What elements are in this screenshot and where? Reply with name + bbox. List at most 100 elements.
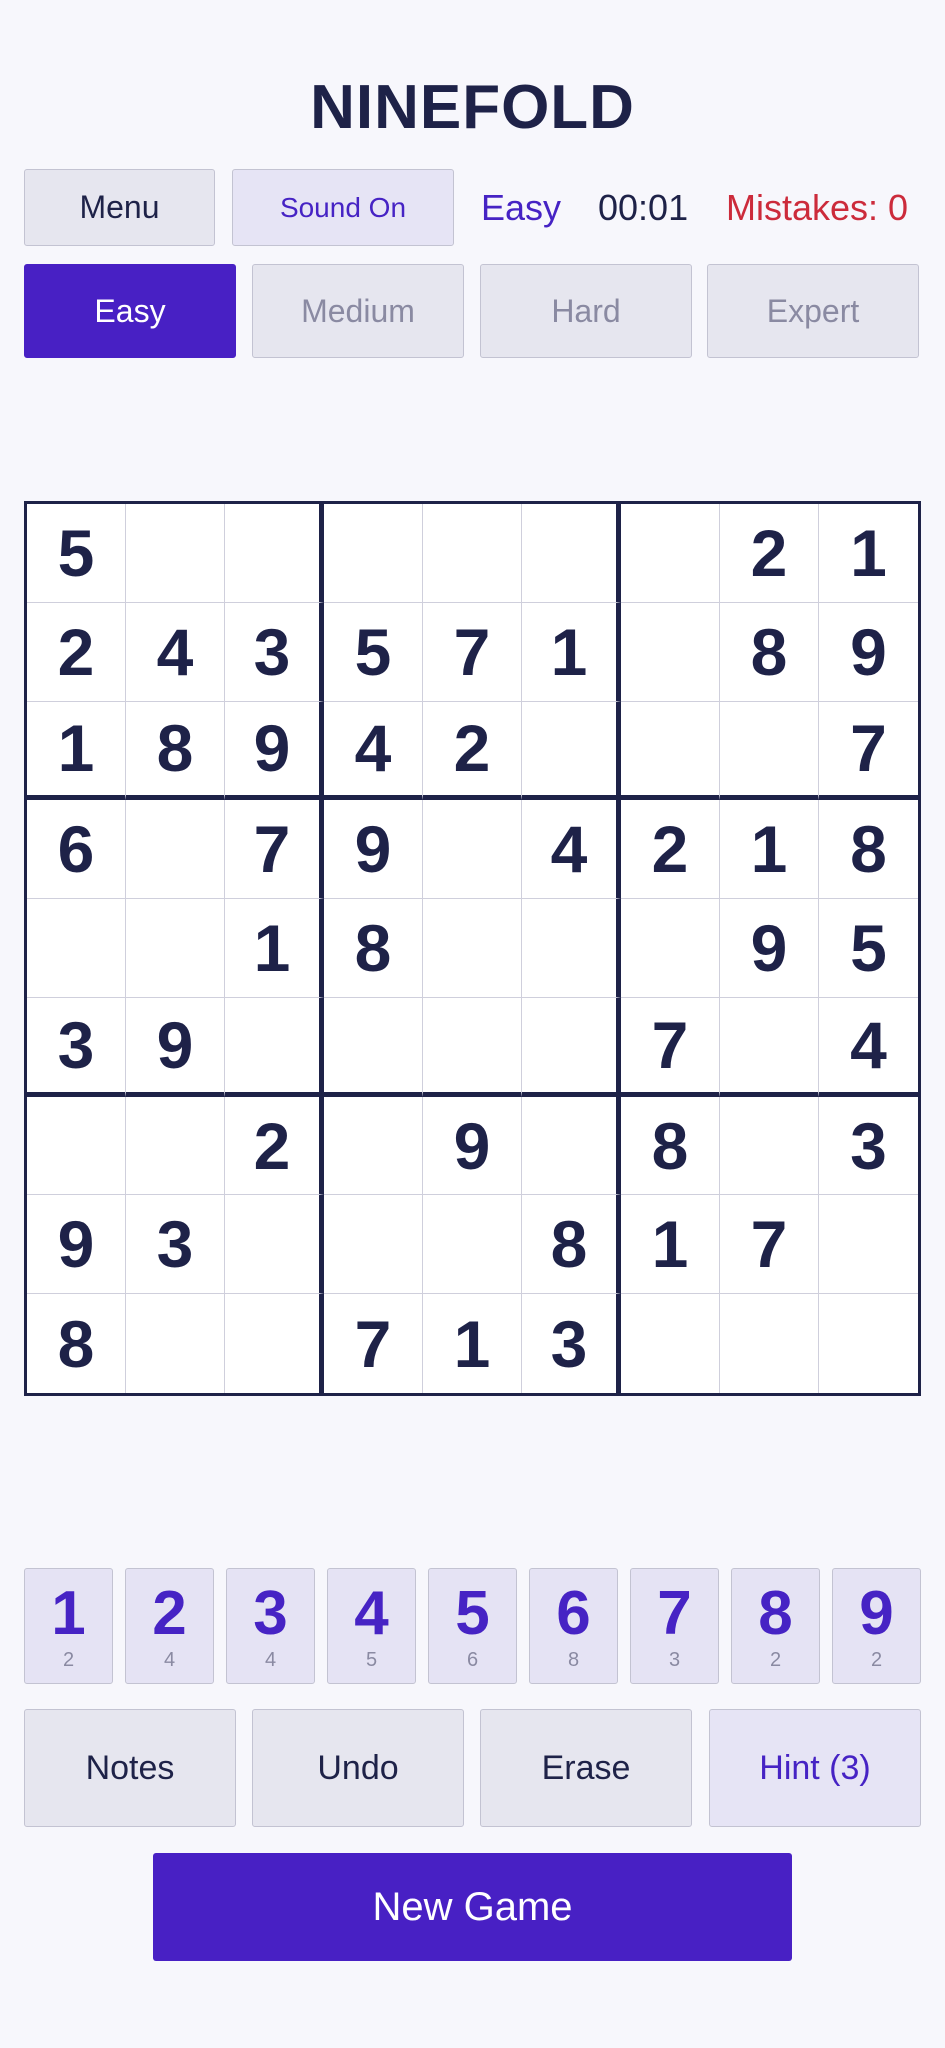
notes-button[interactable]: Notes — [24, 1709, 236, 1827]
board-cell[interactable]: 9 — [324, 800, 423, 900]
board-cell[interactable] — [819, 1294, 918, 1393]
board-cell[interactable]: 3 — [522, 1294, 621, 1393]
board-cell[interactable] — [621, 899, 720, 998]
board-cell[interactable] — [324, 1096, 423, 1196]
board-cell[interactable] — [324, 997, 423, 1097]
board-cell[interactable] — [225, 1294, 324, 1393]
board-cell[interactable] — [621, 504, 720, 603]
board-cell[interactable] — [720, 701, 819, 801]
board-cell[interactable] — [621, 602, 720, 702]
board-cell[interactable]: 7 — [819, 701, 918, 801]
board-cell[interactable]: 3 — [225, 602, 324, 702]
board-cell[interactable]: 5 — [324, 602, 423, 702]
board-cell[interactable]: 1 — [819, 504, 918, 603]
board-cell[interactable]: 8 — [819, 800, 918, 900]
board-cell[interactable] — [27, 1096, 126, 1196]
board-cell[interactable] — [225, 997, 324, 1097]
board-cell[interactable] — [126, 504, 225, 603]
board-cell[interactable] — [423, 800, 522, 900]
board-cell[interactable] — [522, 701, 621, 801]
board-cell[interactable]: 9 — [819, 602, 918, 702]
board-cell[interactable] — [324, 1195, 423, 1295]
board-cell[interactable] — [225, 504, 324, 603]
board-cell[interactable] — [126, 1096, 225, 1196]
new-game-button[interactable]: New Game — [153, 1853, 792, 1961]
number-button-6[interactable]: 6 8 — [529, 1568, 618, 1684]
hint-button[interactable]: Hint (3) — [709, 1709, 921, 1827]
number-button-7[interactable]: 7 3 — [630, 1568, 719, 1684]
board-cell[interactable]: 2 — [27, 602, 126, 702]
board-cell[interactable] — [720, 1294, 819, 1393]
menu-button[interactable]: Menu — [24, 169, 215, 246]
board-cell[interactable] — [522, 899, 621, 998]
board-cell[interactable]: 4 — [126, 602, 225, 702]
board-cell[interactable]: 7 — [720, 1195, 819, 1295]
difficulty-tab-hard[interactable]: Hard — [480, 264, 692, 358]
board-cell[interactable] — [324, 504, 423, 603]
difficulty-tab-expert[interactable]: Expert — [707, 264, 919, 358]
board-cell[interactable]: 4 — [324, 701, 423, 801]
board-cell[interactable]: 4 — [522, 800, 621, 900]
board-cell[interactable] — [423, 1195, 522, 1295]
board-cell[interactable]: 8 — [126, 701, 225, 801]
board-cell[interactable] — [423, 504, 522, 603]
board-cell[interactable]: 8 — [324, 899, 423, 998]
board-cell[interactable]: 9 — [423, 1096, 522, 1196]
board-cell[interactable] — [522, 504, 621, 603]
number-button-4[interactable]: 4 5 — [327, 1568, 416, 1684]
board-cell[interactable]: 3 — [819, 1096, 918, 1196]
board-cell[interactable] — [27, 899, 126, 998]
board-cell[interactable]: 2 — [423, 701, 522, 801]
board-cell[interactable] — [621, 1294, 720, 1393]
board-cell[interactable]: 3 — [126, 1195, 225, 1295]
board-cell[interactable]: 5 — [27, 504, 126, 603]
board-cell[interactable]: 5 — [819, 899, 918, 998]
board-cell[interactable] — [126, 1294, 225, 1393]
board-cell[interactable]: 1 — [423, 1294, 522, 1393]
board-cell[interactable]: 7 — [621, 997, 720, 1097]
number-button-1[interactable]: 1 2 — [24, 1568, 113, 1684]
board-cell[interactable]: 8 — [621, 1096, 720, 1196]
board-cell[interactable] — [720, 997, 819, 1097]
board-cell[interactable]: 8 — [720, 602, 819, 702]
board-cell[interactable]: 9 — [225, 701, 324, 801]
board-cell[interactable]: 6 — [27, 800, 126, 900]
board-cell[interactable]: 9 — [720, 899, 819, 998]
erase-button[interactable]: Erase — [480, 1709, 692, 1827]
board-cell[interactable] — [621, 701, 720, 801]
board-cell[interactable]: 2 — [225, 1096, 324, 1196]
board-cell[interactable]: 2 — [720, 504, 819, 603]
number-button-3[interactable]: 3 4 — [226, 1568, 315, 1684]
number-button-9[interactable]: 9 2 — [832, 1568, 921, 1684]
board-cell[interactable]: 8 — [27, 1294, 126, 1393]
board-cell[interactable]: 1 — [720, 800, 819, 900]
sound-toggle-button[interactable]: Sound On — [232, 169, 454, 246]
board-cell[interactable]: 7 — [324, 1294, 423, 1393]
difficulty-tab-easy[interactable]: Easy — [24, 264, 236, 358]
board-cell[interactable]: 9 — [27, 1195, 126, 1295]
undo-button[interactable]: Undo — [252, 1709, 464, 1827]
board-cell[interactable] — [522, 1096, 621, 1196]
board-cell[interactable] — [720, 1096, 819, 1196]
board-cell[interactable] — [126, 800, 225, 900]
number-button-8[interactable]: 8 2 — [731, 1568, 820, 1684]
board-cell[interactable]: 4 — [819, 997, 918, 1097]
board-cell[interactable]: 2 — [621, 800, 720, 900]
board-cell[interactable]: 1 — [27, 701, 126, 801]
number-button-5[interactable]: 5 6 — [428, 1568, 517, 1684]
board-cell[interactable] — [423, 997, 522, 1097]
board-cell[interactable] — [522, 997, 621, 1097]
number-button-2[interactable]: 2 4 — [125, 1568, 214, 1684]
board-cell[interactable]: 9 — [126, 997, 225, 1097]
board-cell[interactable]: 1 — [225, 899, 324, 998]
board-cell[interactable] — [126, 899, 225, 998]
board-cell[interactable]: 7 — [423, 602, 522, 702]
board-cell[interactable]: 7 — [225, 800, 324, 900]
board-cell[interactable]: 1 — [522, 602, 621, 702]
board-cell[interactable] — [819, 1195, 918, 1295]
board-cell[interactable] — [423, 899, 522, 998]
difficulty-tab-medium[interactable]: Medium — [252, 264, 464, 358]
board-cell[interactable]: 3 — [27, 997, 126, 1097]
board-cell[interactable]: 1 — [621, 1195, 720, 1295]
board-cell[interactable]: 8 — [522, 1195, 621, 1295]
